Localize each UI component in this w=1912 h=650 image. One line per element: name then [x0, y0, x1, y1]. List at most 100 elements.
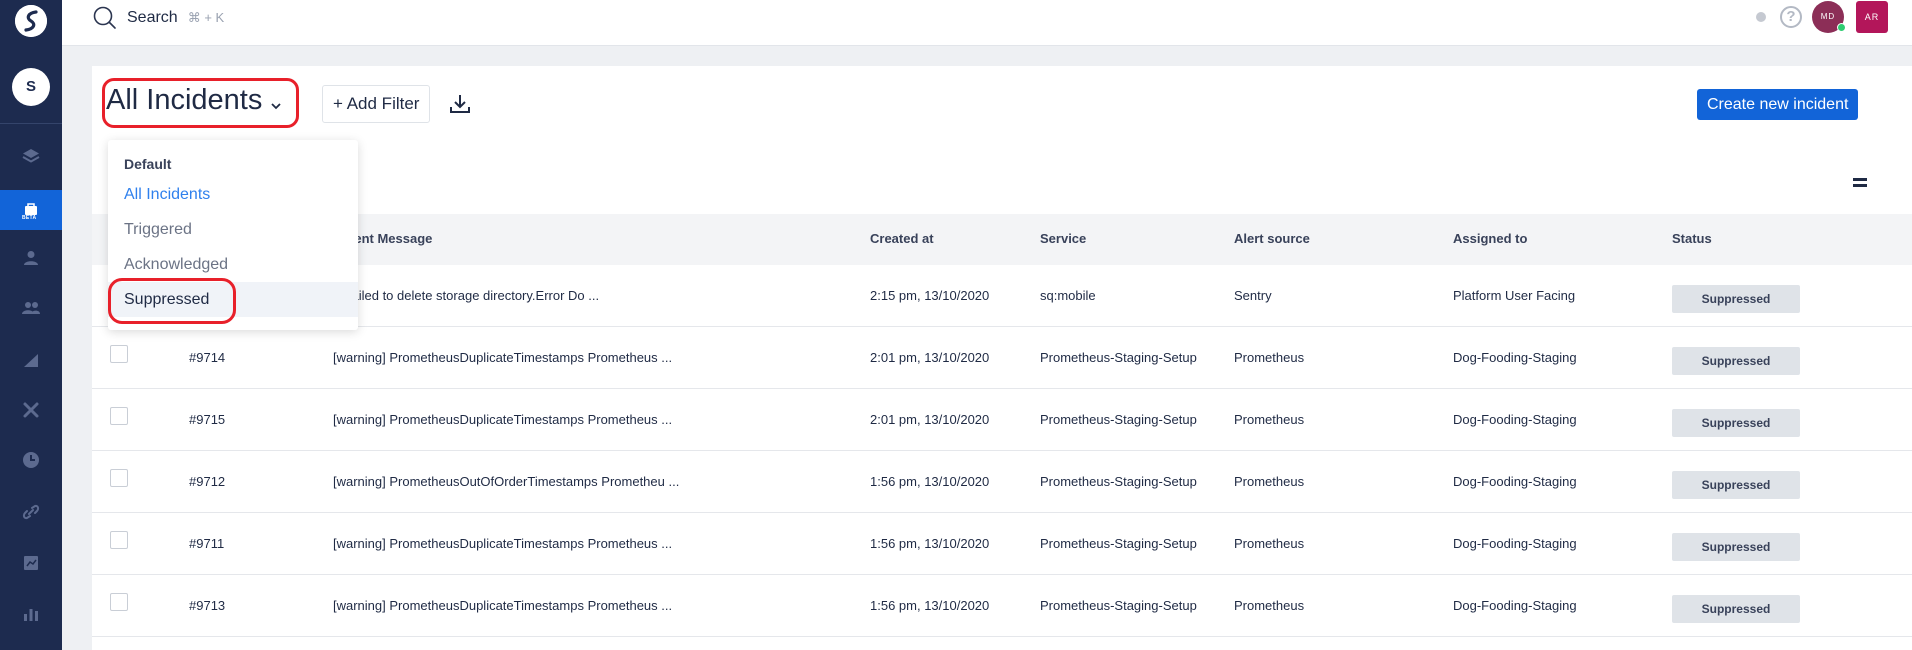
global-search[interactable]: Search ⌘ + K — [92, 5, 224, 31]
incident-message[interactable]: [warning] PrometheusOutOfOrderTimestamps… — [333, 474, 679, 489]
table-row[interactable]: #9713 [warning] PrometheusDuplicateTimes… — [92, 575, 1912, 637]
sidebar-item-schedules[interactable] — [0, 440, 62, 480]
chevron-down-icon — [271, 102, 281, 109]
incident-alert-source: Prometheus — [1234, 536, 1305, 551]
table-header: Incident Message Created at Service Aler… — [92, 214, 1912, 265]
sidebar-item-tools[interactable] — [0, 390, 62, 430]
incident-service[interactable]: Prometheus-Staging-Setup — [1040, 412, 1197, 427]
incident-created-at: 1:56 pm, 13/10/2020 — [870, 536, 990, 551]
incident-alert-source: Prometheus — [1234, 350, 1305, 365]
incident-message[interactable]: [warning] PrometheusDuplicateTimestamps … — [333, 598, 672, 613]
sidebar-item-services[interactable] — [0, 136, 62, 176]
table-row[interactable]: #9712 [warning] PrometheusOutOfOrderTime… — [92, 451, 1912, 513]
column-header-alert-source[interactable]: Alert source — [1234, 231, 1310, 246]
incident-assignee[interactable]: Dog-Fooding-Staging — [1453, 412, 1577, 427]
connection-status-dot — [1756, 12, 1766, 22]
table-row[interactable]: #9714 [warning] PrometheusDuplicateTimes… — [92, 327, 1912, 389]
incident-assignee[interactable]: Dog-Fooding-Staging — [1453, 598, 1577, 613]
incident-created-at: 2:01 pm, 13/10/2020 — [870, 412, 990, 427]
bar-chart-icon — [24, 609, 38, 621]
squadcast-logo-icon — [15, 5, 47, 37]
org-initial: S — [25, 78, 36, 95]
incident-service[interactable]: sq:mobile — [1040, 288, 1096, 303]
status-badge: Suppressed — [1672, 471, 1800, 499]
row-checkbox[interactable] — [110, 593, 128, 611]
online-indicator — [1837, 23, 1846, 32]
incidents-panel: All Incidents + Add Filter Create new in… — [92, 66, 1912, 650]
dropdown-group-label: Default — [124, 156, 172, 172]
column-header-service[interactable]: Service — [1040, 231, 1086, 246]
column-header-created-at[interactable]: Created at — [870, 231, 934, 246]
incident-view-selector[interactable]: All Incidents — [102, 80, 288, 121]
dropdown-option-triggered[interactable]: Triggered — [108, 212, 358, 247]
sidebar-item-incidents[interactable]: BETA — [0, 190, 62, 230]
layers-icon — [22, 149, 40, 163]
incident-id[interactable]: #9713 — [189, 598, 225, 613]
incident-service[interactable]: Prometheus-Staging-Setup — [1040, 474, 1197, 489]
analytics-icon — [24, 354, 38, 367]
column-header-assigned-to[interactable]: Assigned to — [1453, 231, 1527, 246]
incident-message[interactable]: [warning] PrometheusDuplicateTimestamps … — [333, 350, 672, 365]
incident-id[interactable]: #9714 — [189, 350, 225, 365]
incident-message[interactable]: r: Failed to delete storage directory.Er… — [332, 288, 599, 303]
incident-id[interactable]: #9711 — [189, 536, 224, 551]
sidebar-item-analytics[interactable] — [0, 340, 62, 380]
create-incident-button[interactable]: Create new incident — [1697, 89, 1859, 120]
org-switcher[interactable]: S — [12, 68, 50, 106]
sidebar-divider — [0, 123, 62, 124]
incident-service[interactable]: Prometheus-Staging-Setup — [1040, 350, 1197, 365]
column-settings-icon[interactable] — [1852, 176, 1868, 190]
incident-created-at: 2:15 pm, 13/10/2020 — [870, 288, 990, 303]
add-filter-button[interactable]: + Add Filter — [322, 85, 431, 123]
table-row[interactable]: r: Failed to delete storage directory.Er… — [92, 265, 1912, 327]
incident-id[interactable]: #9715 — [189, 412, 225, 427]
status-badge: Suppressed — [1672, 595, 1800, 623]
sidebar-item-integrations[interactable] — [0, 492, 62, 532]
help-icon[interactable]: ? — [1780, 6, 1802, 28]
page-title: All Incidents — [106, 84, 263, 116]
sidebar-item-teams[interactable] — [0, 288, 62, 328]
dropdown-option-suppressed[interactable]: Suppressed — [108, 282, 358, 317]
search-shortcut: ⌘ + K — [187, 10, 225, 25]
row-checkbox[interactable] — [110, 345, 128, 363]
sidebar-item-users[interactable] — [0, 238, 62, 278]
table-row[interactable]: #9715 [warning] PrometheusDuplicateTimes… — [92, 389, 1912, 451]
row-checkbox[interactable] — [110, 469, 128, 487]
incident-view-dropdown: Default All Incidents Triggered Acknowle… — [108, 140, 358, 330]
incident-assignee[interactable]: Dog-Fooding-Staging — [1453, 350, 1577, 365]
incident-message[interactable]: [warning] PrometheusDuplicateTimestamps … — [333, 412, 672, 427]
incident-created-at: 2:01 pm, 13/10/2020 — [870, 350, 990, 365]
row-checkbox[interactable] — [110, 407, 128, 425]
column-header-status[interactable]: Status — [1672, 231, 1712, 246]
incident-alert-source: Prometheus — [1234, 474, 1305, 489]
incident-alert-source: Prometheus — [1234, 598, 1305, 613]
top-bar: Search ⌘ + K ? MD AR — [62, 0, 1912, 46]
incident-alert-source: Sentry — [1234, 288, 1272, 303]
search-label: Search — [127, 9, 178, 26]
org-avatar[interactable]: AR — [1856, 1, 1888, 33]
beta-badge: BETA — [22, 215, 37, 221]
incident-message[interactable]: [warning] PrometheusDuplicateTimestamps … — [333, 536, 672, 551]
incident-id[interactable]: #9712 — [189, 474, 225, 489]
incident-created-at: 1:56 pm, 13/10/2020 — [870, 474, 990, 489]
user-icon — [24, 251, 38, 265]
row-checkbox[interactable] — [110, 531, 128, 549]
incident-assignee[interactable]: Dog-Fooding-Staging — [1453, 474, 1577, 489]
download-icon[interactable] — [448, 92, 472, 116]
incident-assignee[interactable]: Dog-Fooding-Staging — [1453, 536, 1577, 551]
sidebar-item-insights[interactable] — [0, 594, 62, 634]
tools-icon — [23, 402, 39, 418]
clock-icon — [23, 452, 39, 468]
team-icon — [22, 302, 40, 314]
incident-alert-source: Prometheus — [1234, 412, 1305, 427]
incident-assignee[interactable]: Platform User Facing — [1453, 288, 1575, 303]
left-sidebar: S BETA — [0, 0, 62, 650]
incident-created-at: 1:56 pm, 13/10/2020 — [870, 598, 990, 613]
table-row[interactable]: #9711 [warning] PrometheusDuplicateTimes… — [92, 513, 1912, 575]
incident-service[interactable]: Prometheus-Staging-Setup — [1040, 598, 1197, 613]
sidebar-item-reports[interactable] — [0, 543, 62, 583]
app-logo[interactable] — [15, 5, 47, 37]
dropdown-option-all-incidents[interactable]: All Incidents — [108, 177, 358, 212]
incident-service[interactable]: Prometheus-Staging-Setup — [1040, 536, 1197, 551]
dropdown-option-acknowledged[interactable]: Acknowledged — [108, 247, 358, 282]
